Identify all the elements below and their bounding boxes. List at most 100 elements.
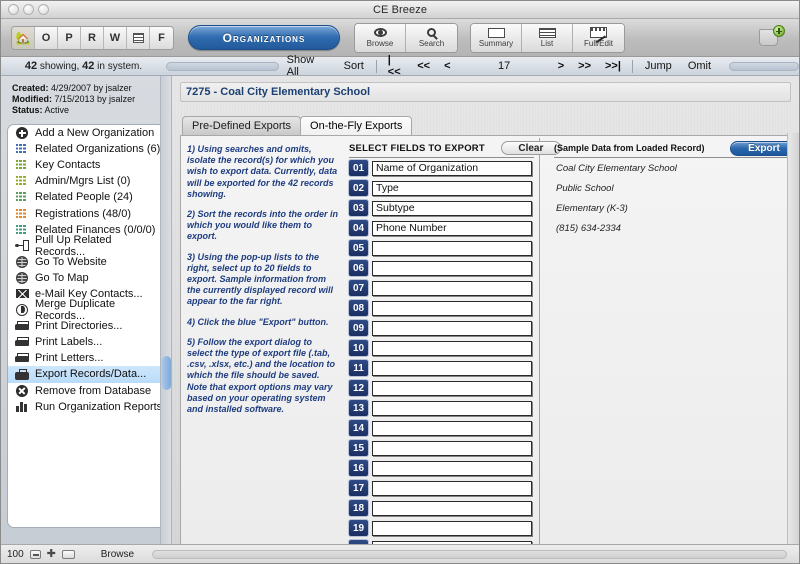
sidebar-item-admin-mgrs-list-0[interactable]: Admin/Mgrs List (0) <box>8 173 164 189</box>
created-value: 4/29/2007 by jsalzer <box>51 83 132 93</box>
zoom-in-icon[interactable]: ✚ <box>46 548 57 560</box>
field-select-18[interactable] <box>372 500 532 516</box>
sidebar-item-related-people-24[interactable]: Related People (24) <box>8 189 164 205</box>
sort-button[interactable]: Sort <box>336 60 372 72</box>
field-row-number: 11 <box>349 360 368 376</box>
tab-on-the-fly-exports[interactable]: On-the-Fly Exports <box>300 116 413 135</box>
zoom-out-icon[interactable] <box>29 549 41 559</box>
globe-icon <box>15 271 29 284</box>
next-record-button[interactable]: > <box>551 60 571 72</box>
field-select-16[interactable] <box>372 460 532 476</box>
field-select-19[interactable] <box>372 520 532 536</box>
field-row-number: 01 <box>349 160 368 176</box>
list-icon <box>15 191 29 204</box>
nav-pill-right <box>729 61 799 71</box>
last-record-button[interactable]: >>| <box>598 60 628 72</box>
full-edit-layout-button[interactable]: Full/Edit <box>573 23 624 52</box>
prev-record-button[interactable]: < <box>437 60 457 72</box>
sidebar-item-export-records-data[interactable]: Export Records/Data... <box>8 366 164 383</box>
current-record-number[interactable]: 17 <box>458 60 551 72</box>
field-row-number: 04 <box>349 220 368 236</box>
field-select-11[interactable] <box>372 360 532 376</box>
module-button-f[interactable]: F <box>150 26 173 49</box>
field-select-17[interactable] <box>372 480 532 496</box>
field-select-12[interactable] <box>372 380 532 396</box>
sample-value-18 <box>554 498 790 518</box>
sidebar-item-pull-up-related-records[interactable]: Pull Up Related Records... <box>8 234 164 258</box>
layout-button-group: Summary List Full/Edit <box>470 22 625 53</box>
main-toolbar: 🏡 O P R W F Organizations Browse Search <box>1 19 799 57</box>
field-select-15[interactable] <box>372 440 532 456</box>
module-button-grid[interactable] <box>127 26 150 49</box>
sidebar-item-key-contacts[interactable]: Key Contacts <box>8 157 164 173</box>
sidebar-item-go-to-map[interactable]: Go To Map <box>8 270 164 286</box>
select-fields-label: SELECT FIELDS TO EXPORT <box>349 142 485 154</box>
module-letter-bar[interactable]: 🏡 O P R W F <box>11 25 174 50</box>
sidebar-scrollbar-thumb[interactable] <box>162 356 171 390</box>
zoom-level: 100 <box>7 548 24 560</box>
prev-page-button[interactable]: << <box>410 60 437 72</box>
sidebar-scrollbar[interactable] <box>160 76 171 563</box>
sidebar-item-print-letters[interactable]: Print Letters... <box>8 350 164 366</box>
instruction-step-5: 5) Follow the export dialog to select th… <box>187 336 336 415</box>
export-icon <box>15 368 29 381</box>
sidebar-item-print-labels[interactable]: Print Labels... <box>8 334 164 350</box>
modified-label: Modified: <box>12 94 52 104</box>
next-page-button[interactable]: >> <box>571 60 598 72</box>
sample-value-03: Elementary (K-3) <box>556 202 628 214</box>
module-button-o[interactable]: O <box>35 26 58 49</box>
sidebar-item-remove-from-database[interactable]: Remove from Database <box>8 383 164 399</box>
sidebar-item-related-organizations-6[interactable]: Related Organizations (6) <box>8 141 164 157</box>
status-bar-pill <box>152 549 787 559</box>
export-button[interactable]: Export <box>730 141 790 156</box>
omit-button[interactable]: Omit <box>680 60 719 72</box>
field-select-10[interactable] <box>372 340 532 356</box>
sample-value-04: (815) 634-2334 <box>556 222 621 234</box>
sidebar-item-label: Related Organizations (6) <box>35 143 161 156</box>
sidebar-item-label: Key Contacts <box>35 159 101 172</box>
field-select-07[interactable] <box>372 280 532 296</box>
list-icon <box>15 175 29 188</box>
field-select-09[interactable] <box>372 320 532 336</box>
module-button-w[interactable]: W <box>104 26 127 49</box>
field-row-number: 05 <box>349 240 368 256</box>
nav-divider <box>375 59 377 73</box>
module-button-p[interactable]: P <box>58 26 81 49</box>
field-row-number: 19 <box>349 520 368 536</box>
new-window-icon[interactable] <box>759 25 785 49</box>
home-button[interactable]: 🏡 <box>12 26 35 49</box>
field-select-04[interactable]: Phone Number <box>372 220 532 236</box>
sidebar-item-registrations-48-0[interactable]: Registrations (48/0) <box>8 205 164 221</box>
field-select-03[interactable]: Subtype <box>372 200 532 216</box>
panel-toggle-icon[interactable] <box>61 549 75 559</box>
sidebar-item-label: Go To Map <box>35 271 89 284</box>
field-select-06[interactable] <box>372 260 532 276</box>
field-select-02[interactable]: Type <box>372 180 532 196</box>
field-select-08[interactable] <box>372 300 532 316</box>
list-layout-button[interactable]: List <box>522 23 573 52</box>
tab-pre-defined-exports[interactable]: Pre-Defined Exports <box>182 116 302 135</box>
field-select-01[interactable]: Name of Organization <box>372 160 532 176</box>
sidebar-item-add-a-new-organization[interactable]: Add a New Organization <box>8 125 164 141</box>
sample-value-19 <box>554 518 790 538</box>
summary-layout-button[interactable]: Summary <box>471 23 522 52</box>
search-mode-button[interactable]: Search <box>406 23 457 52</box>
sample-value-12 <box>554 378 790 398</box>
window-icon <box>487 26 505 39</box>
sidebar-item-run-organization-reports[interactable]: Run Organization Reports <box>8 399 164 415</box>
sidebar-item-merge-duplicate-records[interactable]: Merge Duplicate Records... <box>8 298 164 322</box>
remove-circle-icon <box>15 384 29 397</box>
window-body: Created: 4/29/2007 by jsalzer Modified: … <box>1 76 799 563</box>
browse-mode-button[interactable]: Browse <box>355 23 406 52</box>
field-select-05[interactable] <box>372 240 532 256</box>
module-button-r[interactable]: R <box>81 26 104 49</box>
first-record-button[interactable]: |<< <box>381 54 410 78</box>
field-select-14[interactable] <box>372 420 532 436</box>
records-showing-count: 42 <box>24 60 38 72</box>
status-value: Active <box>44 105 70 115</box>
jump-button[interactable]: Jump <box>637 60 680 72</box>
show-all-button[interactable]: Show All <box>279 54 336 78</box>
title-bar: CE Breeze <box>1 1 799 19</box>
field-select-13[interactable] <box>372 400 532 416</box>
instruction-step-3: 3) Using the pop-up lists to the right, … <box>187 251 334 307</box>
